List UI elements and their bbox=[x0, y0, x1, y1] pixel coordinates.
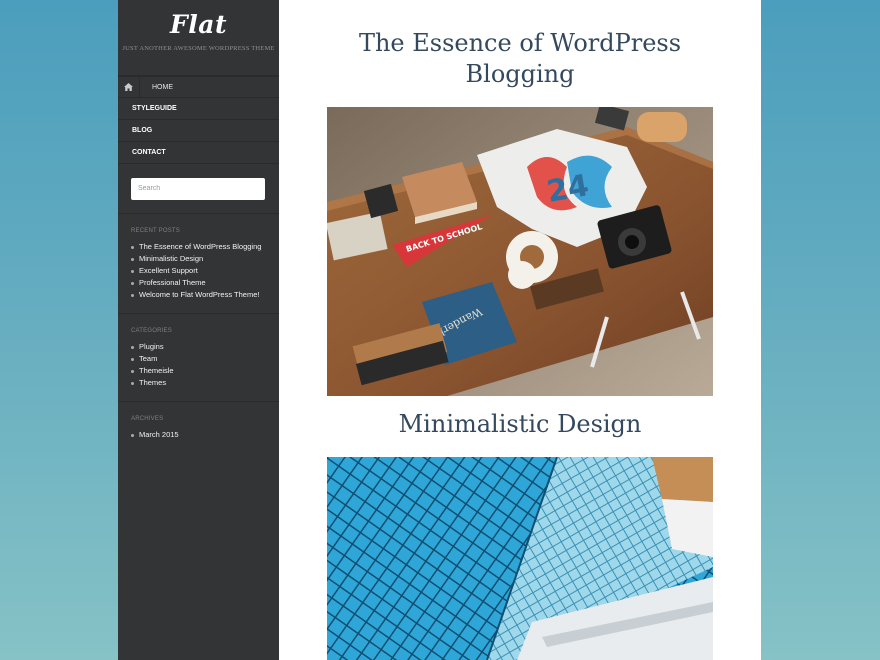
categories-widget: Categories Plugins Team Themeisle Themes bbox=[118, 314, 279, 402]
nav-item-home[interactable]: Home bbox=[118, 76, 279, 98]
recent-post-link[interactable]: Excellent Support bbox=[131, 265, 266, 277]
sidebar: Flat Just another awesome WordPress them… bbox=[118, 0, 279, 660]
nav-item-contact[interactable]: Contact bbox=[118, 142, 279, 164]
nav-item-styleguide[interactable]: Styleguide bbox=[118, 98, 279, 120]
main-content: The Essence of WordPress Blogging 24 BAC… bbox=[279, 0, 761, 660]
nav-item-label: Contact bbox=[132, 149, 166, 156]
recent-post-link[interactable]: The Essence of WordPress Blogging bbox=[131, 241, 266, 253]
category-link[interactable]: Themeisle bbox=[131, 365, 266, 377]
post-title[interactable]: Minimalistic Design bbox=[327, 409, 713, 440]
site-tagline: Just another awesome WordPress theme bbox=[122, 45, 275, 52]
site-logo[interactable]: Flat bbox=[118, 10, 279, 39]
nav-item-label: Home bbox=[152, 83, 173, 91]
post-title[interactable]: The Essence of WordPress Blogging bbox=[327, 28, 713, 90]
archives-widget: Archives March 2015 bbox=[118, 402, 279, 453]
nav-item-label: Blog bbox=[132, 127, 153, 134]
archive-link[interactable]: March 2015 bbox=[131, 429, 266, 441]
search-input[interactable] bbox=[131, 177, 265, 200]
recent-post-link[interactable]: Welcome to Flat WordPress Theme! bbox=[131, 289, 266, 301]
categories-list: Plugins Team Themeisle Themes bbox=[131, 341, 266, 389]
post-featured-image[interactable] bbox=[327, 457, 713, 660]
widget-title: Archives bbox=[131, 415, 164, 422]
recent-posts-list: The Essence of WordPress Blogging Minima… bbox=[131, 241, 266, 301]
widget-title: Recent Posts bbox=[131, 227, 180, 234]
recent-post-link[interactable]: Professional Theme bbox=[131, 277, 266, 289]
main-navigation: Home Styleguide Blog Contact bbox=[118, 76, 279, 164]
category-link[interactable]: Themes bbox=[131, 377, 266, 389]
nav-item-blog[interactable]: Blog bbox=[118, 120, 279, 142]
site-branding: Flat Just another awesome WordPress them… bbox=[118, 0, 279, 76]
home-icon[interactable] bbox=[118, 76, 140, 98]
post-featured-image[interactable]: 24 BACK TO SCHOOL Wanderlust bbox=[327, 107, 713, 396]
search-widget bbox=[118, 164, 279, 214]
category-link[interactable]: Plugins bbox=[131, 341, 266, 353]
widget-title: Categories bbox=[131, 327, 172, 334]
tshirt-number: 24 bbox=[544, 168, 591, 210]
category-link[interactable]: Team bbox=[131, 353, 266, 365]
recent-post-link[interactable]: Minimalistic Design bbox=[131, 253, 266, 265]
nav-item-label: Styleguide bbox=[132, 105, 177, 112]
archives-list: March 2015 bbox=[131, 429, 266, 441]
recent-posts-widget: Recent Posts The Essence of WordPress Bl… bbox=[118, 214, 279, 314]
